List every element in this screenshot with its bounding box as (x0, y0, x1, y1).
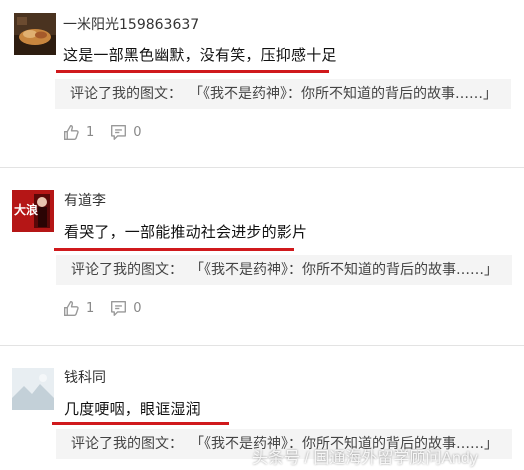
reference-prefix: 评论了我的图文： (71, 436, 183, 452)
username[interactable]: 一米阳光159863637 (63, 14, 199, 34)
reference-link[interactable]: 评论了我的图文： 「《我不是药神》：你所不知道的背后的故事……」 (56, 255, 512, 285)
username[interactable]: 钱科同 (64, 367, 106, 387)
reference-title: 「《我不是药神》：你所不知道的背后的故事……」 (196, 86, 497, 102)
thumbs-up-icon (64, 301, 79, 316)
landscape-avatar-icon (12, 368, 54, 410)
reference-link[interactable]: 评论了我的图文： 「《我不是药神》：你所不知道的背后的故事……」 (55, 79, 511, 109)
like-count: 1 (86, 301, 95, 316)
like-button[interactable]: 1 (63, 124, 94, 141)
reply-button[interactable]: 0 (110, 300, 142, 317)
avatar[interactable] (14, 13, 56, 55)
comment-text: 几度哽咽，眼诓湿润 (64, 400, 201, 418)
comment-2: 大浪 有道李 看哭了，一部能推动社会进步的影片 评论了我的图文： 「《我不是药神》… (0, 168, 524, 344)
reference-prefix: 评论了我的图文： (70, 86, 182, 102)
reference-title: 「《我不是药神》：你所不知道的背后的故事……」 (197, 262, 498, 278)
watermark: 头条号 / 国通海外留学顾问Andy (252, 450, 478, 467)
thumbs-up-icon (64, 125, 79, 140)
reply-count: 0 (133, 125, 142, 140)
comment-underline (56, 70, 329, 73)
comment-bubble-icon (111, 125, 127, 140)
reply-button[interactable]: 0 (110, 124, 142, 141)
like-count: 1 (86, 125, 95, 140)
comment-1: 一米阳光159863637 这是一部黑色幽默，没有笑，压抑感十足 评论了我的图文… (0, 0, 524, 165)
comment-actions: 1 0 (63, 124, 158, 141)
comment-underline (52, 422, 229, 425)
food-photo-avatar-icon (14, 13, 56, 55)
reference-prefix: 评论了我的图文： (71, 262, 183, 278)
avatar-glyph: 大浪 (14, 203, 39, 217)
comment-actions: 1 0 (63, 300, 158, 317)
comment-underline (54, 248, 294, 251)
avatar[interactable]: 大浪 (12, 190, 54, 232)
comment-text: 看哭了，一部能推动社会进步的影片 (64, 223, 308, 241)
comment-text: 这是一部黑色幽默，没有笑，压抑感十足 (63, 46, 337, 64)
avatar[interactable] (12, 368, 54, 410)
like-button[interactable]: 1 (63, 300, 94, 317)
reply-count: 0 (133, 301, 142, 316)
username[interactable]: 有道李 (64, 190, 106, 210)
comment-bubble-icon (111, 301, 127, 316)
